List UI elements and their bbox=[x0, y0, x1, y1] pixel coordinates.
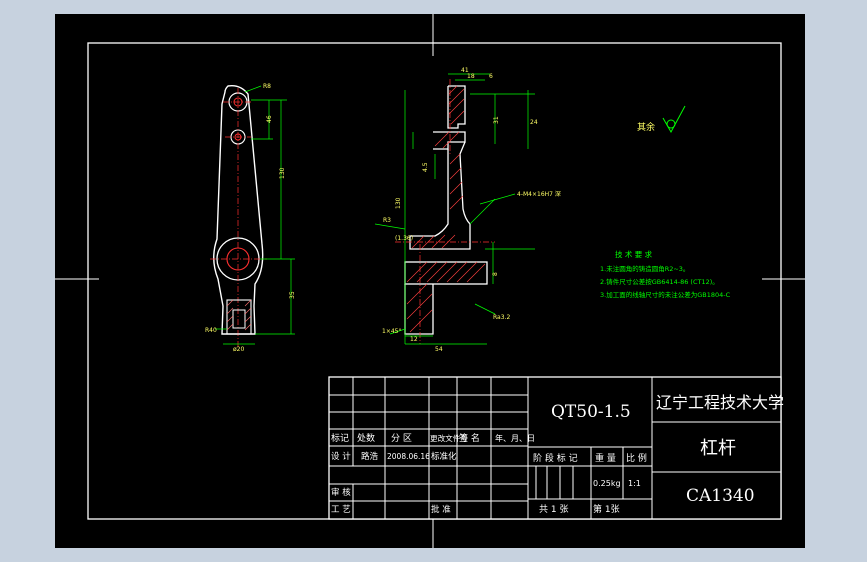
svg-text:24: 24 bbox=[530, 119, 538, 126]
stage-mark-label: 阶 段 标 记 bbox=[533, 452, 578, 464]
approve-label: 批 准 bbox=[431, 504, 451, 515]
drawing-number: CA1340 bbox=[686, 486, 755, 506]
weight-label: 重 量 bbox=[595, 452, 616, 464]
svg-text:6: 6 bbox=[489, 73, 493, 80]
tech-req-title: 技 术 要 求 bbox=[615, 249, 653, 259]
design-label: 设 计 bbox=[331, 451, 351, 462]
tech-req-3: 3.加工面的线轴尺寸的未注公差为GB1804-C bbox=[600, 290, 731, 299]
svg-text:4.5: 4.5 bbox=[422, 162, 429, 172]
tech-requirements: 技 术 要 求 1.未注圆角的铸造圆角R2~3。 2.铸件尺寸公差按GB6414… bbox=[600, 249, 731, 299]
svg-text:18: 18 bbox=[467, 73, 475, 80]
svg-text:R3: R3 bbox=[383, 217, 391, 224]
svg-text:35: 35 bbox=[289, 291, 296, 299]
rev-header-mark: 标记 bbox=[331, 432, 349, 444]
scale-value: 1:1 bbox=[628, 479, 641, 488]
svg-text:R40: R40 bbox=[205, 327, 217, 334]
rev-header-count: 处数 bbox=[357, 432, 375, 444]
scale-label: 比 例 bbox=[626, 452, 647, 464]
part-name: 杠杆 bbox=[700, 438, 736, 459]
material-label: QT50-1.5 bbox=[551, 402, 631, 422]
svg-text:130: 130 bbox=[395, 197, 402, 209]
rev-header-sign: 签 名 bbox=[459, 432, 480, 444]
standardization-label: 标准化 bbox=[431, 451, 457, 462]
title-block: 标记 处数 分 区 更改文件号 签 名 年、月、日 设 计 路浩 2008.06… bbox=[328, 376, 784, 520]
lever-front-view: R8 46 130 35 ø20 R40 bbox=[205, 83, 296, 353]
tech-req-2: 2.铸件尺寸公差按GB6414-86 (CT12)。 bbox=[600, 277, 719, 286]
svg-text:54: 54 bbox=[435, 346, 443, 353]
svg-text:8: 8 bbox=[492, 272, 499, 276]
sheets-total: 共 1 张 bbox=[539, 504, 568, 515]
process-label: 工 艺 bbox=[331, 505, 351, 515]
weight-value: 0.25kg bbox=[593, 479, 621, 488]
designer-name: 路浩 bbox=[361, 451, 379, 462]
svg-text:1×45°: 1×45° bbox=[382, 328, 401, 335]
svg-text:(1.36): (1.36) bbox=[395, 235, 413, 242]
lever-section-view: 130 4.5 41 18 6 24 31 54 12 8 4-M4×16H7 … bbox=[374, 67, 561, 353]
roughness-symbol-icon bbox=[662, 105, 686, 134]
svg-text:31: 31 bbox=[493, 116, 500, 124]
svg-text:130: 130 bbox=[279, 167, 286, 179]
svg-text:Ra3.2: Ra3.2 bbox=[493, 314, 510, 321]
sheet-number: 第 1张 bbox=[593, 503, 620, 515]
svg-text:12: 12 bbox=[410, 336, 418, 343]
review-label: 审 核 bbox=[331, 487, 351, 498]
tech-req-1: 1.未注圆角的铸造圆角R2~3。 bbox=[600, 264, 689, 273]
drawing-sheet: R8 46 130 35 ø20 R40 130 4.5 41 18 6 24 … bbox=[55, 14, 805, 548]
design-date: 2008.06.16 bbox=[387, 452, 430, 461]
rev-header-zone: 分 区 bbox=[391, 433, 412, 444]
svg-text:R8: R8 bbox=[263, 83, 271, 90]
school-name: 辽宁工程技术大学 bbox=[656, 393, 784, 412]
rev-header-date: 年、月、日 bbox=[495, 433, 535, 443]
cad-drawing-canvas: R8 46 130 35 ø20 R40 130 4.5 41 18 6 24 … bbox=[55, 14, 805, 548]
surface-finish-label: 其余 bbox=[637, 121, 655, 133]
surface-finish-note: 其余 bbox=[637, 105, 686, 134]
svg-text:4-M4×16H7 深: 4-M4×16H7 深 bbox=[517, 190, 561, 198]
svg-text:ø20: ø20 bbox=[233, 346, 244, 353]
svg-text:46: 46 bbox=[266, 115, 273, 123]
